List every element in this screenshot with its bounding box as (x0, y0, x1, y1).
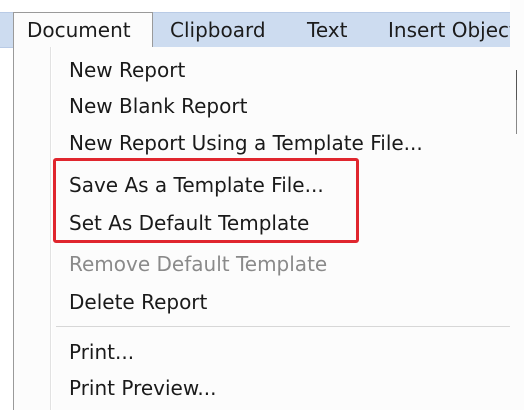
menu-item-new-report-using-template[interactable]: New Report Using a Template File... (69, 131, 423, 155)
menu-document[interactable]: Document (13, 12, 153, 47)
menu-item-new-report[interactable]: New Report (69, 58, 185, 82)
background-window-border-lower (516, 100, 517, 134)
menu-separator (56, 326, 524, 327)
screenshot-stage: Document Clipboard Text Insert Object Ne… (0, 0, 524, 410)
background-window-border (516, 70, 517, 100)
menu-gutter-divider-highlight (51, 47, 52, 410)
menu-clipboard[interactable]: Clipboard (170, 13, 266, 47)
menu-text[interactable]: Text (307, 13, 347, 47)
menu-item-print-preview[interactable]: Print Preview... (69, 376, 216, 400)
menu-item-delete-report[interactable]: Delete Report (69, 290, 207, 314)
menu-item-print[interactable]: Print... (69, 340, 134, 364)
annotation-highlight-box (53, 158, 359, 243)
menu-item-new-blank-report[interactable]: New Blank Report (69, 94, 247, 118)
menu-insert-object[interactable]: Insert Object (388, 13, 517, 47)
background-window-edge (510, 0, 524, 363)
menu-bar: Document Clipboard Text Insert Object (0, 12, 524, 48)
menu-item-remove-default-template: Remove Default Template (69, 252, 328, 276)
